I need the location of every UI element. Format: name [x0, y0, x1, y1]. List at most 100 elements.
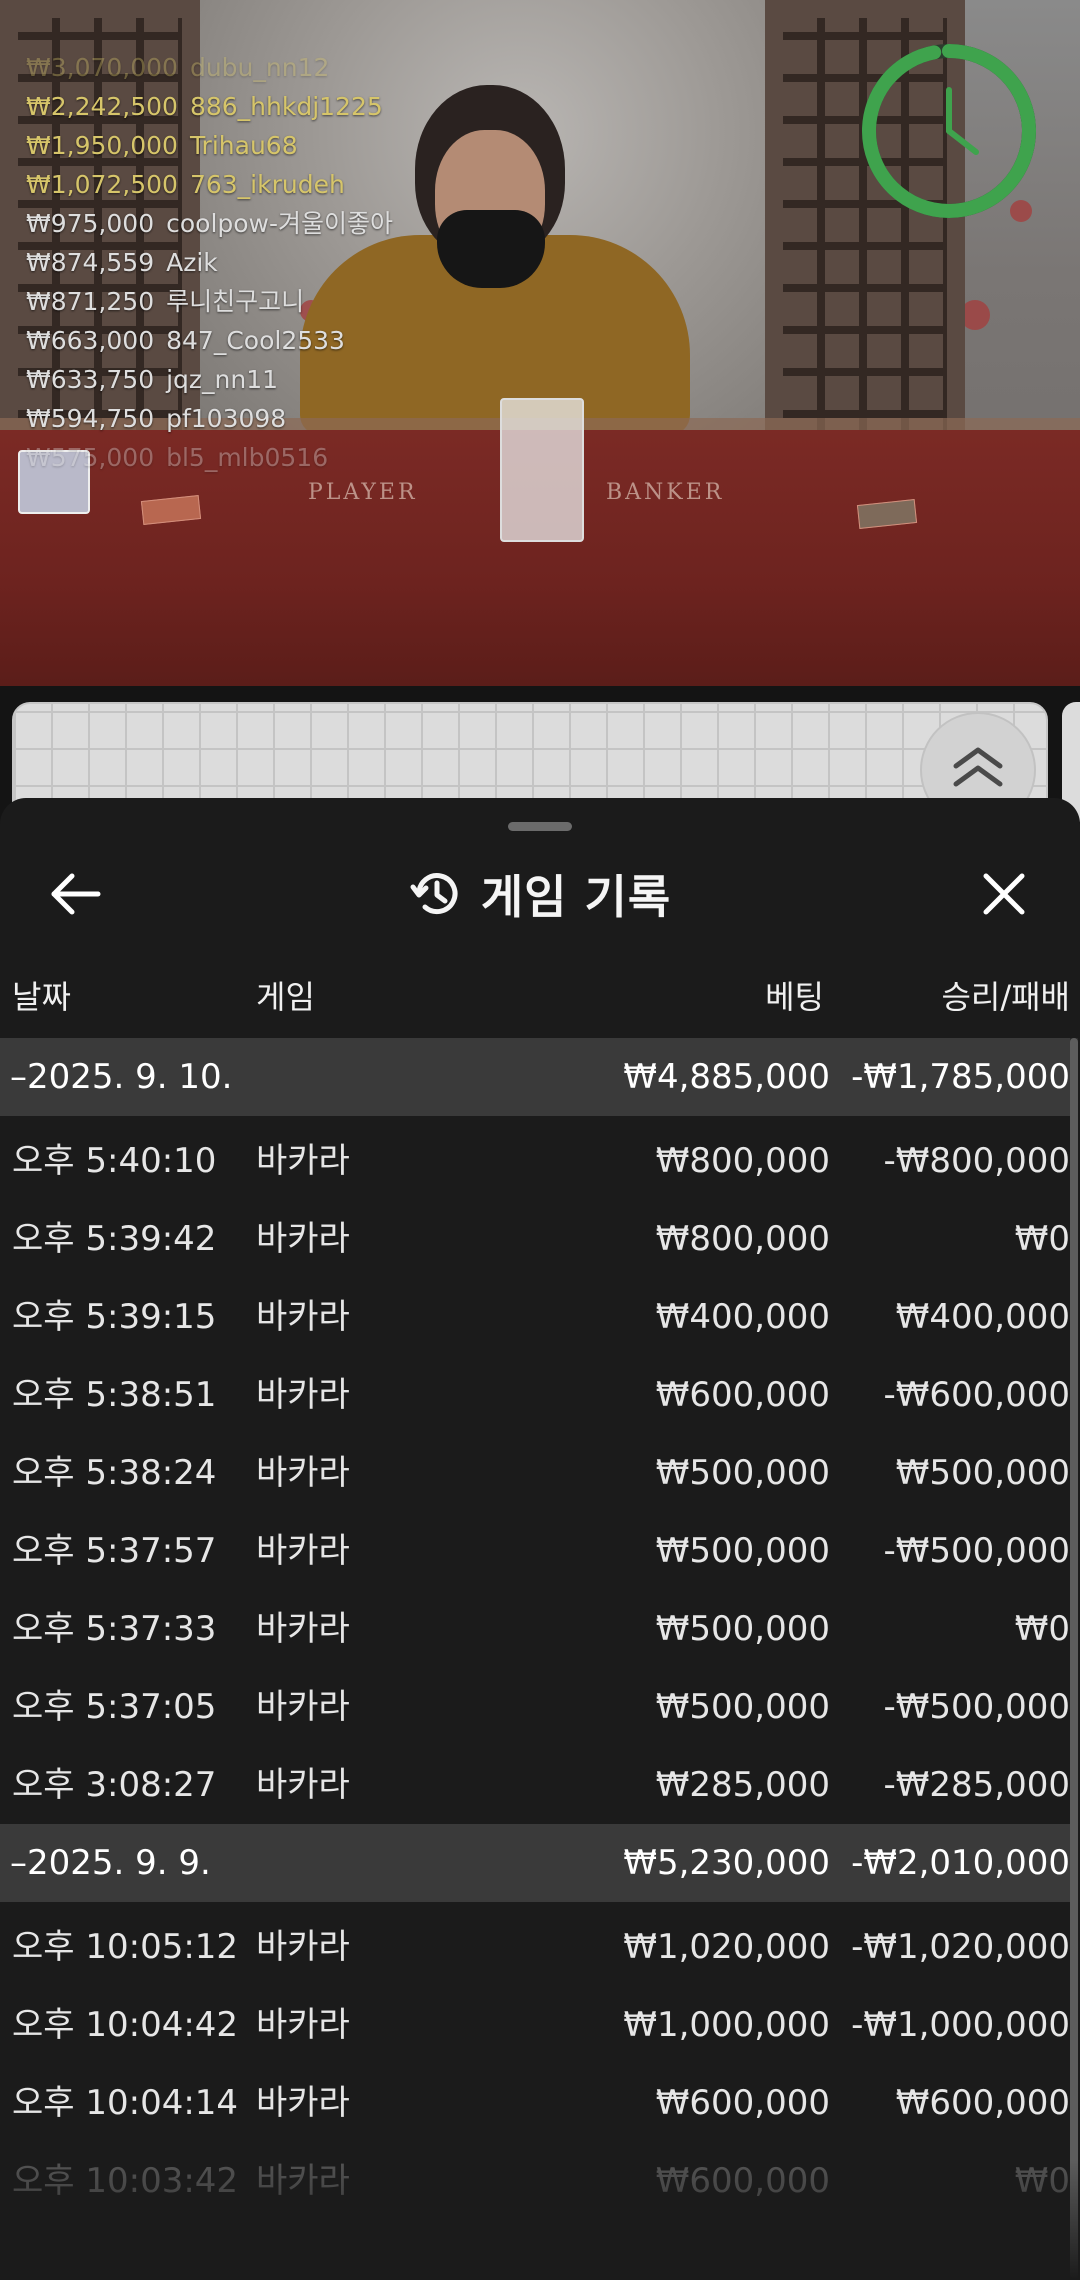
row-time: 오후 5:40:10: [12, 1141, 217, 1181]
column-header-bet: 베팅: [765, 978, 824, 1016]
leaderboard-entry: ₩975,000 coolpow-겨울이좋아: [26, 204, 393, 243]
history-row[interactable]: 오후 10:04:14 바카라 ₩600,000 ₩600,000: [0, 2064, 1070, 2142]
back-button[interactable]: [46, 868, 106, 920]
row-time: 오후 5:37:33: [12, 1609, 217, 1649]
row-result: ₩400,000: [895, 1297, 1070, 1337]
row-result: -₩800,000: [883, 1141, 1071, 1181]
table-label-player: PLAYER: [308, 480, 418, 505]
history-row[interactable]: 오후 5:38:24 바카라 ₩500,000 ₩500,000: [0, 1434, 1070, 1512]
leaderboard-amount: ₩1,950,000: [26, 131, 178, 160]
leaderboard-entry: ₩2,242,500 886_hhkdj1225: [26, 87, 393, 126]
group-total-bet: ₩5,230,000: [623, 1843, 830, 1883]
history-row[interactable]: 오후 5:38:51 바카라 ₩600,000 -₩600,000: [0, 1356, 1070, 1434]
row-result: -₩500,000: [883, 1687, 1071, 1727]
leaderboard-amount: ₩871,250: [26, 287, 155, 316]
live-video-stream[interactable]: PLAYER BANKER ₩3,070,000 dubu_nn12 ₩2,242,…: [0, 0, 1080, 686]
group-date: –2025. 9. 9.: [10, 1843, 211, 1883]
double-chevron-up-icon: [953, 747, 1003, 787]
history-row[interactable]: 오후 5:40:10 바카라 ₩800,000 -₩800,000: [0, 1122, 1070, 1200]
leaderboard-amount: ₩1,072,500: [26, 170, 178, 199]
scrollbar-thumb[interactable]: [1070, 1038, 1078, 2278]
history-list[interactable]: –2025. 9. 10. ₩4,885,000 -₩1,785,000 오후 5:4…: [0, 1038, 1070, 2220]
row-time: 오후 5:39:15: [12, 1297, 217, 1337]
row-time: 오후 5:37:57: [12, 1531, 217, 1571]
sheet-title: 게임 기록: [480, 870, 672, 924]
history-row[interactable]: 오후 5:39:15 바카라 ₩400,000 ₩400,000: [0, 1278, 1070, 1356]
row-bet: ₩500,000: [655, 1687, 830, 1727]
close-x-icon: [983, 873, 1025, 915]
row-result: ₩0: [1014, 2161, 1070, 2201]
row-bet: ₩600,000: [655, 2161, 830, 2201]
leaderboard-user: Azik: [166, 248, 218, 277]
history-row[interactable]: 오후 5:37:57 바카라 ₩500,000 -₩500,000: [0, 1512, 1070, 1590]
date-group-header[interactable]: –2025. 9. 10. ₩4,885,000 -₩1,785,000: [0, 1038, 1070, 1116]
row-game: 바카라: [256, 1375, 350, 1415]
winners-leaderboard: ₩3,070,000 dubu_nn12 ₩2,242,500 886_hhkdj12…: [26, 48, 393, 477]
row-game: 바카라: [256, 2005, 350, 2045]
history-row[interactable]: 오후 10:05:12 바카라 ₩1,020,000 -₩1,020,000: [0, 1908, 1070, 1986]
row-bet: ₩800,000: [655, 1219, 830, 1259]
history-row[interactable]: 오후 5:37:05 바카라 ₩500,000 -₩500,000: [0, 1668, 1070, 1746]
row-bet: ₩600,000: [655, 1375, 830, 1415]
leaderboard-entry: ₩663,000 847_Cool2533: [26, 321, 393, 360]
row-game: 바카라: [256, 1609, 350, 1649]
row-game: 바카라: [256, 1453, 350, 1493]
leaderboard-user: Trihau68: [189, 131, 298, 160]
row-time: 오후 5:37:05: [12, 1687, 217, 1727]
column-header-result: 승리/패배: [941, 978, 1070, 1016]
row-time: 오후 5:38:51: [12, 1375, 217, 1415]
row-game: 바카라: [256, 1927, 350, 1967]
leaderboard-amount: ₩975,000: [26, 209, 155, 238]
leaderboard-user: 763_ikrudeh: [189, 170, 345, 199]
row-time: 오후 10:03:42: [12, 2161, 239, 2201]
timer-ring-icon: [862, 44, 1036, 218]
row-game: 바카라: [256, 1297, 350, 1337]
row-game: 바카라: [256, 1531, 350, 1571]
column-header-date: 날짜: [12, 978, 71, 1016]
row-bet: ₩400,000: [655, 1297, 830, 1337]
leaderboard-amount: ₩633,750: [26, 365, 155, 394]
leaderboard-user: 루니친구고니: [166, 287, 305, 316]
drag-handle[interactable]: [508, 822, 572, 831]
group-total-result: -₩1,785,000: [851, 1057, 1070, 1097]
leaderboard-entry: ₩633,750 jqz_nn11: [26, 360, 393, 399]
leaderboard-amount: ₩3,070,000: [26, 53, 178, 82]
date-group-header[interactable]: –2025. 9. 9. ₩5,230,000 -₩2,010,000: [0, 1824, 1070, 1902]
arrow-left-icon: [51, 873, 101, 915]
row-bet: ₩800,000: [655, 1141, 830, 1181]
row-game: 바카라: [256, 2161, 350, 2201]
group-date: –2025. 9. 10.: [10, 1057, 233, 1097]
leaderboard-entry: ₩3,070,000 dubu_nn12: [26, 48, 393, 87]
row-result: -₩600,000: [883, 1375, 1071, 1415]
row-game: 바카라: [256, 2083, 350, 2123]
leaderboard-user: bl5_mlb0516: [166, 443, 329, 472]
row-game: 바카라: [256, 1219, 350, 1259]
leaderboard-entry: ₩594,750 pf103098: [26, 399, 393, 438]
row-time: 오후 5:38:24: [12, 1453, 217, 1493]
history-row[interactable]: 오후 10:03:42 바카라 ₩600,000 ₩0: [0, 2142, 1070, 2220]
leaderboard-entry: ₩1,072,500 763_ikrudeh: [26, 165, 393, 204]
column-headers: 날짜 게임 베팅 승리/패배: [0, 960, 1080, 1026]
leaderboard-user: jqz_nn11: [166, 365, 279, 394]
history-row[interactable]: 오후 10:04:42 바카라 ₩1,000,000 -₩1,000,000: [0, 1986, 1070, 2064]
leaderboard-user: 886_hhkdj1225: [189, 92, 383, 121]
card-shoe: [500, 398, 584, 542]
row-time: 오후 10:05:12: [12, 1927, 239, 1967]
game-history-sheet[interactable]: 게임 기록 날짜 게임 베팅 승리/패배 –2025. 9. 10. ₩4,885…: [0, 798, 1080, 2280]
row-time: 오후 10:04:42: [12, 2005, 239, 2045]
leaderboard-amount: ₩663,000: [26, 326, 155, 355]
history-row[interactable]: 오후 5:37:33 바카라 ₩500,000 ₩0: [0, 1590, 1070, 1668]
leaderboard-amount: ₩594,750: [26, 404, 155, 433]
history-row[interactable]: 오후 3:08:27 바카라 ₩285,000 -₩285,000: [0, 1746, 1070, 1824]
row-result: ₩600,000: [895, 2083, 1070, 2123]
leaderboard-user: dubu_nn12: [189, 53, 330, 82]
leaderboard-entry: ₩871,250 루니친구고니: [26, 282, 393, 321]
leaderboard-user: 847_Cool2533: [166, 326, 345, 355]
close-button[interactable]: [978, 868, 1030, 920]
history-row[interactable]: 오후 5:39:42 바카라 ₩800,000 ₩0: [0, 1200, 1070, 1278]
scrollbar[interactable]: [1070, 1038, 1078, 2278]
table-label-banker: BANKER: [606, 480, 725, 505]
row-result: -₩285,000: [883, 1765, 1071, 1805]
row-bet: ₩500,000: [655, 1531, 830, 1571]
row-time: 오후 3:08:27: [12, 1765, 217, 1805]
